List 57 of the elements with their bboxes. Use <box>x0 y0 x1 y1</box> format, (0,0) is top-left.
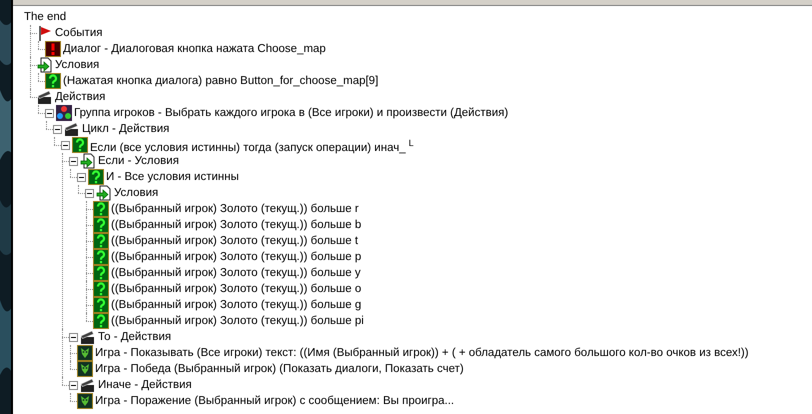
tree-item[interactable]: Диалог - Диалоговая кнопка нажата Choose_map <box>61 42 328 56</box>
question-icon <box>45 73 61 89</box>
tree-item[interactable]: ((Выбранный игрок) Золото (текущ.)) больше b <box>109 218 364 232</box>
document-arrow-icon <box>96 185 112 201</box>
question-icon <box>88 169 104 185</box>
question-icon <box>72 137 88 153</box>
players-icon <box>56 105 72 121</box>
tree-item[interactable]: ((Выбранный игрок) Золото (текущ.)) больше pi <box>109 314 366 328</box>
tree-item[interactable]: Если - Условия <box>96 154 181 168</box>
emblem-icon <box>77 345 93 361</box>
tree-item[interactable]: ((Выбранный игрок) Золото (текущ.)) больше g <box>109 298 364 312</box>
tree-item[interactable]: События <box>53 26 104 40</box>
tree-item[interactable]: ((Выбранный игрок) Золото (текущ.)) больше p <box>109 250 364 264</box>
question-icon <box>93 265 109 281</box>
tree-item[interactable]: Игра - Показывать (Все игроки) текст: ((Имя (Выбранный игрок)) + ( + обладатель самого большого кол-во очков из всех!)) <box>93 346 751 360</box>
tree-item[interactable]: ((Выбранный игрок) Золото (текущ.)) больше t <box>109 234 360 248</box>
collapse-toggle[interactable] <box>77 172 86 182</box>
collapse-toggle[interactable] <box>53 124 62 134</box>
tree-item[interactable]: Условия <box>53 58 102 72</box>
tree-item[interactable]: The end <box>22 10 68 24</box>
alert-icon <box>45 41 61 57</box>
tree-item[interactable]: ((Выбранный игрок) Золото (текущ.)) больше y <box>109 266 363 280</box>
question-icon <box>93 297 109 313</box>
emblem-icon <box>77 361 93 377</box>
question-icon <box>93 249 109 265</box>
tree-item[interactable]: Если (все условия истинны) тогда (запуск операции) инач_ $^{L}$ <box>88 136 416 154</box>
question-icon <box>93 201 109 217</box>
tree-item[interactable]: ((Выбранный игрок) Золото (текущ.)) больше r <box>109 202 361 216</box>
collapse-toggle[interactable] <box>69 156 78 166</box>
tree-item[interactable]: Условия <box>112 186 160 200</box>
document-arrow-icon <box>37 57 53 73</box>
question-icon <box>93 233 109 249</box>
tree-item[interactable]: То - Действия <box>96 330 174 344</box>
tree-item[interactable]: Цикл - Действия <box>80 122 172 136</box>
clapperboard-icon <box>80 329 96 345</box>
question-icon <box>93 281 109 297</box>
collapse-toggle[interactable] <box>85 188 94 198</box>
tree-item[interactable]: ((Выбранный игрок) Золото (текущ.)) больше o <box>109 282 364 296</box>
collapse-toggle[interactable] <box>69 332 78 342</box>
tree-item[interactable]: Действия <box>53 90 108 104</box>
question-icon <box>93 217 109 233</box>
tree-item[interactable]: Игра - Поражение (Выбранный игрок) с сообщением: Вы проигра... <box>93 394 456 408</box>
tree-item[interactable]: Иначе - Действия <box>96 378 194 392</box>
clapperboard-icon <box>64 121 80 137</box>
tree-item[interactable]: Игра - Победа (Выбранный игрок) (Показать диалоги, Показать счет) <box>93 362 466 376</box>
question-icon <box>93 313 109 329</box>
tree-item[interactable]: (Нажатая кнопка диалога) равно Button_for_choose_map[9] <box>61 74 380 88</box>
emblem-icon <box>77 393 93 409</box>
document-arrow-icon <box>80 153 96 169</box>
flag-icon <box>37 25 53 41</box>
tree-item[interactable]: Группа игроков - Выбрать каждого игрока в (Все игроки) и произвести (Действия) <box>72 106 510 120</box>
collapse-toggle[interactable] <box>61 140 70 150</box>
collapse-toggle[interactable] <box>69 380 78 390</box>
tree-item[interactable]: И - Все условия истинны <box>104 170 241 184</box>
collapse-toggle[interactable] <box>45 108 54 118</box>
clapperboard-icon <box>80 377 96 393</box>
clapperboard-icon <box>37 89 53 105</box>
